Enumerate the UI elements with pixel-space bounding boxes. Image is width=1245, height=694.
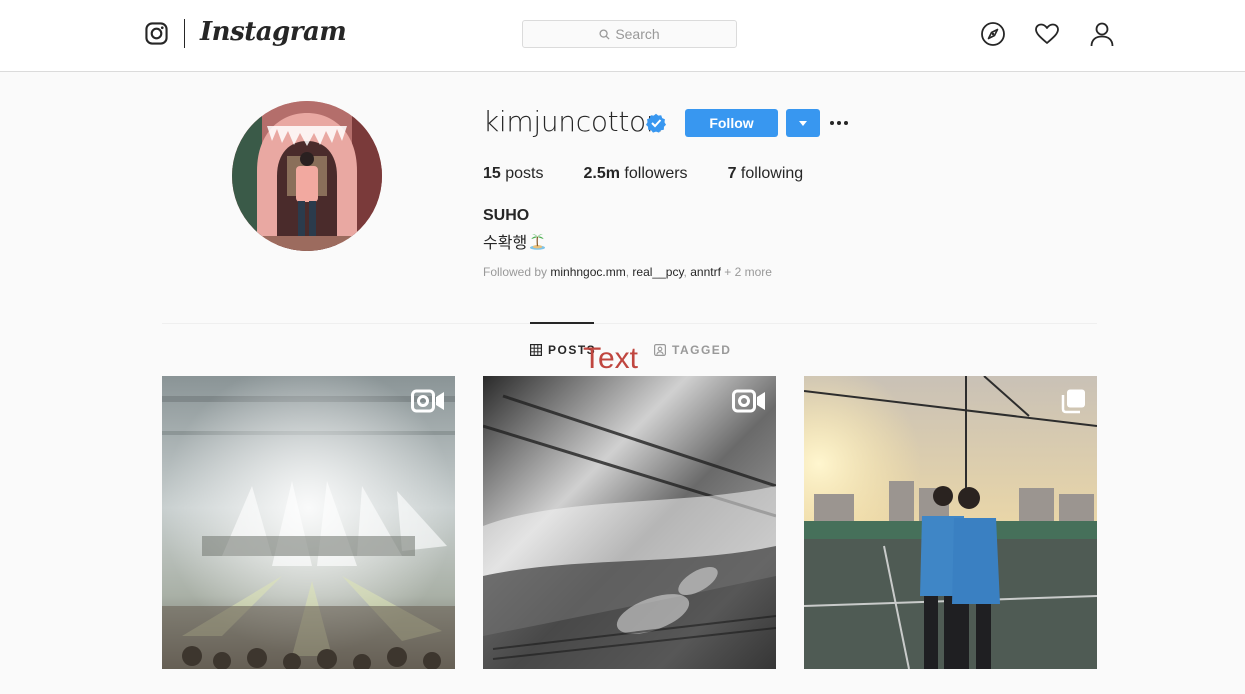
multiple-photos-icon bbox=[1061, 389, 1085, 414]
instagram-wordmark[interactable]: Instagram bbox=[200, 17, 347, 47]
profile-avatar[interactable] bbox=[232, 101, 382, 251]
tab-tagged[interactable]: TAGGED bbox=[654, 343, 731, 357]
follow-button[interactable]: Follow bbox=[685, 109, 778, 137]
profile-username: kimjuncotton bbox=[483, 105, 664, 138]
following-count[interactable]: 7 following bbox=[728, 165, 804, 183]
desert-island-icon bbox=[530, 233, 546, 250]
suggested-accounts-dropdown-button[interactable] bbox=[786, 109, 820, 137]
posts-count: 15 posts bbox=[483, 165, 544, 182]
follower-link[interactable]: real__pcy bbox=[632, 265, 683, 279]
profile-person-icon[interactable] bbox=[1089, 21, 1115, 47]
profile-bio: 수확행 bbox=[483, 229, 546, 253]
post-photo-piano bbox=[483, 376, 776, 669]
bio-text: 수확행 bbox=[483, 233, 528, 252]
profile-full-name: SUHO bbox=[483, 207, 530, 224]
post-thumbnail[interactable] bbox=[483, 376, 776, 669]
tab-tagged-label: TAGGED bbox=[672, 343, 732, 357]
post-thumbnail[interactable] bbox=[162, 376, 455, 669]
verified-badge-icon bbox=[646, 113, 666, 133]
profile-stats: 15 posts 2.5m followers 7 following bbox=[483, 165, 843, 183]
instagram-logo-icon[interactable] bbox=[145, 22, 168, 45]
more-options-button[interactable] bbox=[828, 112, 850, 134]
video-camera-icon bbox=[411, 389, 444, 413]
video-camera-icon bbox=[732, 389, 765, 413]
dot bbox=[830, 121, 834, 125]
post-photo-concert bbox=[162, 376, 455, 669]
activity-heart-icon[interactable] bbox=[1034, 21, 1060, 47]
post-thumbnail[interactable] bbox=[804, 376, 1097, 669]
caret-down-icon bbox=[799, 120, 807, 126]
more-followers-link[interactable]: + 2 more bbox=[721, 265, 772, 279]
dot bbox=[844, 121, 848, 125]
annotation-text-overlay: Text bbox=[583, 342, 639, 375]
followers-count[interactable]: 2.5m followers bbox=[584, 165, 688, 183]
explore-compass-icon[interactable] bbox=[980, 21, 1006, 47]
dot bbox=[837, 121, 841, 125]
followed-by-line: Followed by minhngoc.mm, real__pcy, annt… bbox=[483, 265, 772, 279]
active-tab-indicator bbox=[530, 322, 594, 324]
search-input[interactable]: Search bbox=[522, 20, 737, 48]
logo-divider bbox=[184, 19, 185, 48]
follower-link[interactable]: minhngoc.mm bbox=[550, 265, 625, 279]
post-photo-rooftop bbox=[804, 376, 1097, 669]
top-navigation-bar: Instagram Search bbox=[0, 0, 1245, 72]
search-icon bbox=[599, 28, 610, 40]
avatar-photo bbox=[232, 101, 382, 251]
grid-icon bbox=[530, 344, 542, 356]
tagged-icon bbox=[654, 344, 666, 356]
follower-link[interactable]: anntrf bbox=[690, 265, 721, 279]
tabs-divider bbox=[162, 323, 1097, 324]
search-placeholder: Search bbox=[615, 26, 660, 42]
